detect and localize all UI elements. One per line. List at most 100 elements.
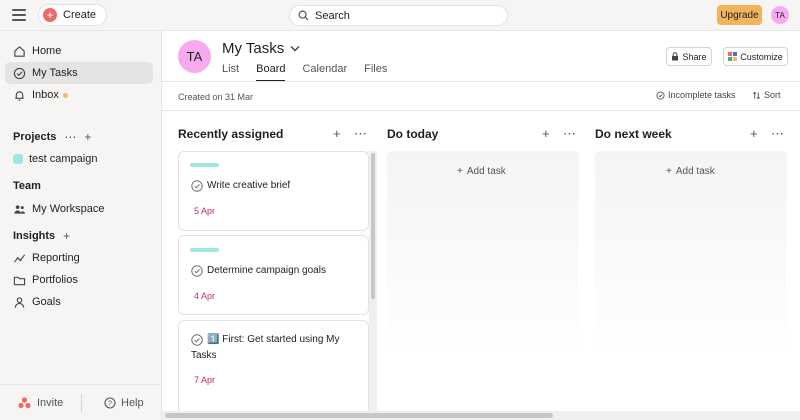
sort-label: Sort — [764, 90, 781, 100]
share-button[interactable]: Share — [666, 47, 712, 66]
sidebar: Home My Tasks Inbox Projects ⋯ + test ca… — [0, 31, 162, 420]
task-card[interactable]: 1️⃣ First: Get started using My Tasks 7 … — [178, 320, 369, 415]
help-label: Help — [121, 397, 144, 409]
task-title-line: Tasks — [191, 350, 217, 361]
column-more-icon[interactable]: ⋯ — [354, 126, 367, 142]
incomplete-tasks-filter[interactable]: Incomplete tasks — [656, 90, 736, 100]
chevron-down-icon[interactable] — [290, 45, 300, 52]
upgrade-button[interactable]: Upgrade — [717, 5, 762, 25]
notification-dot — [62, 92, 68, 98]
search-icon — [298, 10, 309, 21]
share-label: Share — [682, 51, 707, 62]
check-circle-icon — [656, 90, 665, 100]
project-color-icon — [13, 154, 23, 164]
menu-icon[interactable] — [12, 9, 26, 21]
sidebar-item-home[interactable]: Home — [5, 40, 153, 62]
page-avatar: TA — [178, 40, 211, 73]
folder-icon — [13, 276, 26, 285]
bell-icon — [15, 90, 24, 101]
checkbox-circle-icon[interactable] — [191, 265, 203, 277]
add-task-button[interactable]: + Add task — [666, 166, 715, 177]
customize-button[interactable]: Customize — [723, 47, 788, 66]
search-input[interactable]: Search — [289, 5, 508, 26]
sidebar-footer: Invite ? Help — [0, 384, 161, 420]
tab-files[interactable]: Files — [364, 63, 387, 82]
board-scrollbar-thumb[interactable] — [165, 413, 553, 418]
sidebar-item-label: Goals — [32, 296, 61, 308]
add-task-button[interactable]: + Add task — [457, 166, 506, 177]
column-title-do-next-week: Do next week — [595, 127, 672, 141]
create-label: Create — [63, 9, 97, 21]
plus-icon: + — [666, 166, 672, 177]
plus-icon: + — [457, 166, 463, 177]
projects-more-icon[interactable]: ⋯ — [64, 130, 76, 144]
asana-logo-icon — [18, 397, 31, 409]
trend-line-icon — [13, 253, 26, 263]
task-due-date: 4 Apr — [194, 291, 216, 301]
team-section: Team — [13, 180, 41, 192]
user-avatar[interactable]: TA — [771, 6, 789, 24]
create-button[interactable]: + Create — [38, 4, 108, 26]
sidebar-item-inbox[interactable]: Inbox — [5, 84, 153, 106]
sidebar-item-label: Portfolios — [32, 274, 78, 286]
task-title-part: First: Get started using My — [222, 334, 340, 345]
projects-title: Projects — [13, 131, 57, 143]
help-button[interactable]: ? Help — [104, 397, 144, 409]
sidebar-item-label: Reporting — [32, 252, 80, 264]
add-project-icon[interactable]: + — [84, 130, 91, 144]
column-title-do-today: Do today — [387, 127, 439, 141]
project-tag — [190, 248, 219, 252]
add-insight-icon[interactable]: + — [63, 229, 70, 243]
invite-label: Invite — [37, 397, 64, 409]
tab-calendar[interactable]: Calendar — [302, 63, 347, 82]
view-tabs: List Board Calendar Files — [222, 63, 387, 82]
sidebar-item-my-workspace[interactable]: My Workspace — [5, 198, 153, 220]
task-card[interactable]: Determine campaign goals 4 Apr — [178, 235, 369, 315]
sidebar-item-label: My Workspace — [32, 203, 105, 215]
subbar-divider — [162, 110, 800, 111]
add-task-label: Add task — [675, 166, 715, 177]
task-due-date: 5 Apr — [194, 206, 216, 216]
checkbox-circle-icon[interactable] — [191, 180, 203, 192]
task-title: Write creative brief — [207, 180, 291, 191]
keycap-one-icon: 1️⃣ — [207, 334, 220, 345]
sidebar-item-my-tasks[interactable]: My Tasks — [5, 62, 153, 84]
column-body-do-today — [387, 151, 579, 356]
sort-button[interactable]: Sort — [752, 90, 781, 100]
created-date: Created on 31 Mar — [178, 92, 254, 102]
page-title: My Tasks — [222, 40, 300, 57]
checkbox-circle-icon[interactable] — [191, 334, 203, 346]
column-more-icon[interactable]: ⋯ — [563, 126, 576, 142]
invite-button[interactable]: Invite — [18, 397, 63, 409]
tab-list[interactable]: List — [222, 63, 239, 82]
add-task-label: Add task — [466, 166, 506, 177]
customize-grid-icon — [728, 52, 738, 61]
header-divider — [162, 81, 800, 82]
add-task-plus-icon[interactable]: + — [750, 126, 758, 141]
person-icon — [14, 296, 25, 308]
footer-divider — [81, 394, 82, 412]
lock-icon — [672, 52, 679, 61]
tab-board[interactable]: Board — [256, 63, 286, 82]
projects-section: Projects ⋯ + — [13, 130, 91, 144]
sidebar-item-reporting[interactable]: Reporting — [5, 247, 153, 269]
team-title: Team — [13, 180, 41, 192]
sidebar-item-test-campaign[interactable]: test campaign — [5, 148, 153, 170]
plus-icon: + — [43, 8, 57, 22]
column-more-icon[interactable]: ⋯ — [771, 126, 784, 142]
sidebar-item-goals[interactable]: Goals — [5, 291, 153, 313]
main-content: TA My Tasks List Board Calendar Files Sh… — [162, 31, 800, 420]
add-task-plus-icon[interactable]: + — [542, 126, 550, 141]
sidebar-item-label: My Tasks — [32, 67, 78, 79]
sidebar-item-portfolios[interactable]: Portfolios — [5, 269, 153, 291]
help-icon: ? — [104, 397, 116, 409]
sidebar-item-label: test campaign — [29, 153, 98, 165]
svg-text:?: ? — [108, 401, 112, 408]
task-title-line: 1️⃣ First: Get started using My — [207, 332, 340, 348]
add-task-plus-icon[interactable]: + — [333, 126, 341, 141]
sidebar-item-label: Inbox — [32, 89, 59, 101]
sidebar-item-label: Home — [32, 45, 62, 57]
task-card[interactable]: Write creative brief 5 Apr — [178, 151, 369, 231]
column-scrollbar-thumb[interactable] — [371, 153, 375, 299]
project-tag — [190, 163, 219, 167]
